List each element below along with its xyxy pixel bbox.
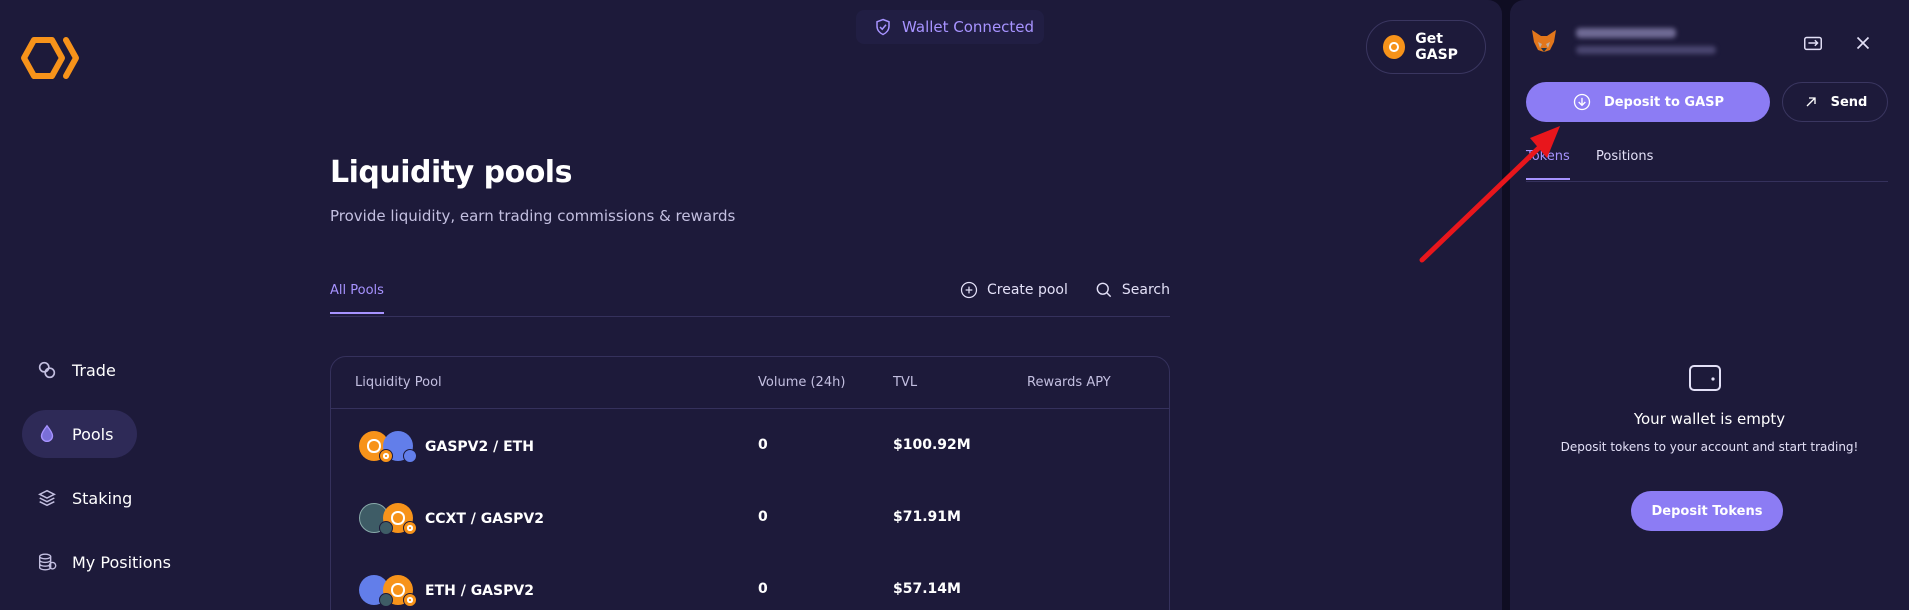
- pools-table: Liquidity Pool Volume (24h) TVL Rewards …: [330, 356, 1170, 610]
- shield-check-icon: [876, 18, 890, 36]
- sidebar-item-my-positions[interactable]: My Positions: [22, 538, 195, 586]
- wallet-connected-badge: Wallet Connected: [856, 10, 1044, 44]
- tvl-value: $57.14M: [893, 581, 961, 597]
- gasp-badge-icon: [379, 449, 393, 463]
- sidebar-item-label: My Positions: [72, 552, 171, 572]
- deposit-tokens-button[interactable]: Deposit Tokens: [1631, 491, 1783, 531]
- arrow-up-right-icon: [1806, 97, 1816, 107]
- pair-token-icons: [359, 431, 419, 463]
- gasp-coin-icon: [1383, 35, 1406, 59]
- pool-pair: ETH / GASPV2: [359, 575, 534, 607]
- search-icon: [1096, 282, 1112, 298]
- metamask-fox-icon: [1532, 30, 1556, 52]
- create-pool-button[interactable]: Create pool: [959, 280, 1068, 300]
- app-root: Wallet Connected Get GASP Trade Pools St…: [0, 0, 1909, 610]
- wallet-switch-icon[interactable]: [1802, 32, 1824, 54]
- column-header-pool: Liquidity Pool: [355, 375, 442, 390]
- wallet-tab-bar: Tokens Positions: [1526, 146, 1888, 182]
- page-title: Liquidity pools: [330, 155, 572, 190]
- wallet-connected-label: Wallet Connected: [902, 18, 1035, 36]
- account-address-blurred[interactable]: [1576, 28, 1716, 54]
- table-header: Liquidity Pool Volume (24h) TVL Rewards …: [331, 357, 1169, 409]
- send-button[interactable]: Send: [1782, 82, 1888, 122]
- search-label: Search: [1121, 282, 1170, 298]
- sidebar-item-pools[interactable]: Pools: [22, 410, 138, 458]
- volume-value: 0: [758, 509, 768, 525]
- gasp-logo-icon[interactable]: [20, 34, 92, 82]
- pool-actions: Create pool Search: [959, 280, 1170, 300]
- pair-token-icons: [359, 503, 419, 535]
- pool-pair: GASPV2 / ETH: [359, 431, 534, 463]
- tab-positions[interactable]: Positions: [1596, 149, 1653, 178]
- account-name-blur: [1576, 28, 1676, 38]
- search-button[interactable]: Search: [1094, 280, 1170, 300]
- deposit-to-gasp-button[interactable]: Deposit to GASP: [1526, 82, 1770, 122]
- create-pool-label: Create pool: [987, 282, 1068, 298]
- drop-icon: [40, 424, 54, 442]
- get-gasp-label: Get GASP: [1415, 31, 1458, 63]
- tab-all-pools[interactable]: All Pools: [330, 283, 384, 314]
- column-header-volume[interactable]: Volume (24h): [758, 375, 845, 390]
- empty-wallet-icon: [1689, 365, 1721, 391]
- sidebar-nav: Trade Pools Staking My Positions: [22, 346, 252, 602]
- tvl-value: $71.91M: [893, 509, 961, 525]
- plus-circle-icon: [960, 281, 978, 299]
- layers-icon: [38, 489, 56, 507]
- trade-icon: [38, 361, 56, 379]
- pair-name: GASPV2 / ETH: [425, 439, 534, 455]
- empty-wallet-subtitle: Deposit tokens to your account and start…: [1560, 440, 1859, 454]
- ccxt-badge-icon: [379, 593, 393, 607]
- tab-tokens[interactable]: Tokens: [1526, 149, 1570, 180]
- gasp-badge-icon: [403, 521, 417, 535]
- send-label: Send: [1830, 94, 1868, 110]
- column-header-tvl[interactable]: TVL: [893, 375, 917, 390]
- sidebar-item-label: Trade: [72, 360, 116, 380]
- empty-wallet-title: Your wallet is empty: [1633, 410, 1786, 428]
- pools-tab-bar: All Pools Create pool Search: [330, 275, 1170, 317]
- account-address-blur: [1576, 46, 1716, 54]
- volume-value: 0: [758, 581, 768, 597]
- get-gasp-button[interactable]: Get GASP: [1366, 20, 1486, 74]
- wallet-panel: Deposit to GASP Send Tokens Positions Yo…: [1510, 0, 1909, 610]
- column-header-apy[interactable]: Rewards APY: [1027, 375, 1111, 390]
- pair-token-icons: [359, 575, 419, 607]
- tvl-value: $100.92M: [893, 437, 971, 453]
- eth-badge-icon: [403, 449, 417, 463]
- ccxt-badge-icon: [379, 521, 393, 535]
- volume-value: 0: [758, 437, 768, 453]
- sidebar-item-staking[interactable]: Staking: [22, 474, 156, 522]
- download-circle-icon: [1573, 93, 1591, 111]
- deposit-label: Deposit to GASP: [1603, 94, 1725, 110]
- gasp-badge-icon: [403, 593, 417, 607]
- table-row[interactable]: CCXT / GASPV2 0 $71.91M: [331, 481, 1169, 553]
- close-icon[interactable]: [1852, 32, 1874, 54]
- pair-name: ETH / GASPV2: [425, 583, 534, 599]
- main-panel: Wallet Connected Get GASP Trade Pools St…: [0, 0, 1502, 610]
- table-row[interactable]: ETH / GASPV2 0 $57.14M: [331, 553, 1169, 610]
- pair-name: CCXT / GASPV2: [425, 511, 544, 527]
- sidebar-item-trade[interactable]: Trade: [22, 346, 140, 394]
- page-subtitle: Provide liquidity, earn trading commissi…: [330, 207, 736, 225]
- coins-stack-icon: [38, 553, 57, 571]
- sidebar-item-label: Staking: [72, 488, 133, 508]
- pool-pair: CCXT / GASPV2: [359, 503, 544, 535]
- table-row[interactable]: GASPV2 / ETH 0 $100.92M: [331, 409, 1169, 481]
- sidebar-item-label: Pools: [72, 424, 114, 444]
